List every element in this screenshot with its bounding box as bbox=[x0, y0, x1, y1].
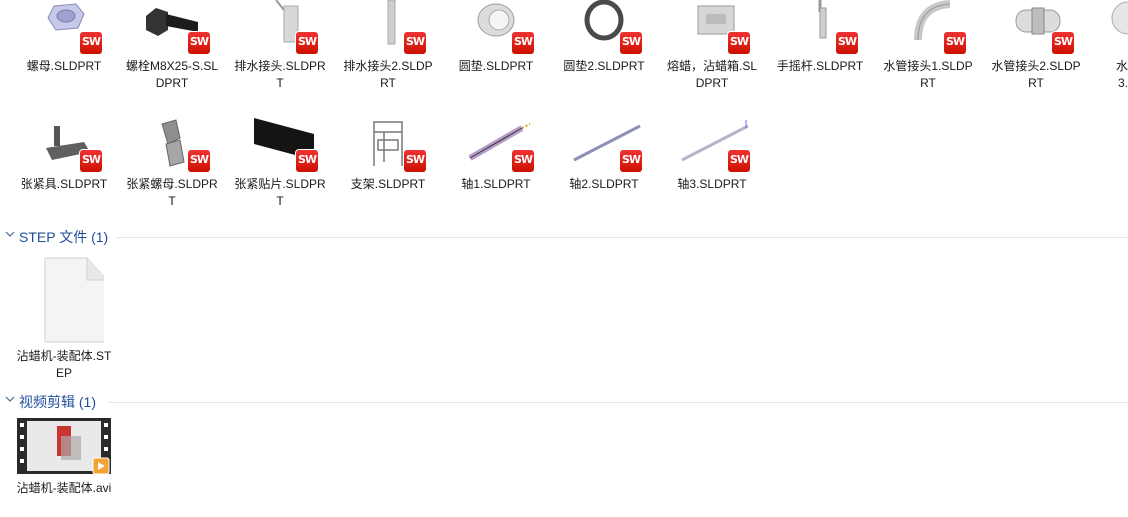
solidworks-badge-icon: SW bbox=[404, 32, 426, 54]
file-tile[interactable]: SW 熔蜡，沾蜡箱.SLDPRT bbox=[660, 0, 764, 92]
file-tile[interactable]: SW 螺母.SLDPRT bbox=[12, 0, 116, 75]
file-label: 轴2.SLDPRT bbox=[569, 177, 639, 191]
crank-icon: SW bbox=[780, 0, 860, 56]
solidworks-badge-icon: SW bbox=[728, 32, 750, 54]
file-label: 张紧贴片.SLDPRT bbox=[234, 177, 326, 208]
file-tile[interactable]: SW 排水接头2.SLDPRT bbox=[336, 0, 440, 92]
ring-icon: SW bbox=[564, 0, 644, 56]
solidworks-badge-icon: SW bbox=[296, 150, 318, 172]
shaft3-icon: SW bbox=[672, 118, 752, 174]
file-tile[interactable]: SW 水管接头1.SLDPRT bbox=[876, 0, 980, 92]
generic-file-icon bbox=[24, 256, 104, 346]
file-tile[interactable]: SW 排水接头.SLDPRT bbox=[228, 0, 332, 92]
hex-nut-icon: SW bbox=[24, 0, 104, 56]
pipe-coupling-icon: SW bbox=[996, 0, 1076, 56]
divider bbox=[116, 237, 1128, 238]
solidworks-badge-icon: SW bbox=[80, 32, 102, 54]
file-tile[interactable]: 沾蜡机-装配体.STEP bbox=[12, 256, 116, 382]
solidworks-badge-icon: SW bbox=[620, 32, 642, 54]
file-label: 沾蜡机-装配体.avi bbox=[16, 481, 112, 495]
file-label: 圆垫.SLDPRT bbox=[458, 59, 534, 73]
file-tile[interactable]: SW 手摇杆.SLDPRT bbox=[768, 0, 872, 75]
file-tile-partial[interactable]: 水 3. bbox=[1092, 0, 1128, 92]
wax-tank-icon: SW bbox=[672, 0, 752, 56]
solidworks-badge-icon: SW bbox=[188, 32, 210, 54]
shaft2-icon: SW bbox=[564, 118, 644, 174]
drain-rod-icon: SW bbox=[348, 0, 428, 56]
file-tile[interactable]: SW 轴1.SLDPRT bbox=[444, 118, 548, 193]
file-tile[interactable]: SW 圆垫.SLDPRT bbox=[444, 0, 548, 75]
file-tile[interactable]: SW 张紧螺母.SLDPRT bbox=[120, 118, 224, 210]
file-label: 张紧螺母.SLDPRT bbox=[126, 177, 218, 208]
file-tile[interactable]: SW 张紧贴片.SLDPRT bbox=[228, 118, 332, 210]
pipe-elbow-icon: SW bbox=[888, 0, 968, 56]
file-label: 手摇杆.SLDPRT bbox=[776, 59, 864, 73]
chevron-down-icon[interactable] bbox=[5, 394, 15, 404]
file-label: 螺母.SLDPRT bbox=[26, 59, 102, 73]
file-tile[interactable]: SW 轴2.SLDPRT bbox=[552, 118, 656, 193]
solidworks-badge-icon: SW bbox=[836, 32, 858, 54]
tension-nut-icon: SW bbox=[132, 118, 212, 174]
file-label: 水管接头1.SLDPRT bbox=[883, 59, 973, 90]
file-tile[interactable]: SW 张紧具.SLDPRT bbox=[12, 118, 116, 193]
video-thumbnail-icon bbox=[17, 418, 111, 476]
chevron-down-icon[interactable] bbox=[5, 229, 15, 239]
file-label: 轴3.SLDPRT bbox=[677, 177, 747, 191]
bolt-icon: SW bbox=[132, 0, 212, 56]
file-label: 水 3. bbox=[1115, 59, 1128, 90]
file-label: 排水接头.SLDPRT bbox=[234, 59, 326, 90]
solidworks-badge-icon: SW bbox=[512, 150, 534, 172]
group-header-step[interactable]: STEP 文件 (1) bbox=[0, 226, 1128, 248]
file-tile[interactable]: SW 圆垫2.SLDPRT bbox=[552, 0, 656, 75]
solidworks-badge-icon: SW bbox=[944, 32, 966, 54]
file-label: 圆垫2.SLDPRT bbox=[563, 59, 645, 73]
file-tile[interactable]: SW 螺栓M8X25-S.SLDPRT bbox=[120, 0, 224, 92]
file-tile[interactable]: SW 轴3.SLDPRT bbox=[660, 118, 764, 193]
file-tile[interactable]: SW 水管接头2.SLDPRT bbox=[984, 0, 1088, 92]
tensioner-icon: SW bbox=[24, 118, 104, 174]
file-label: 熔蜡，沾蜡箱.SLDPRT bbox=[666, 59, 757, 90]
solidworks-badge-icon: SW bbox=[80, 150, 102, 172]
tension-plate-icon: SW bbox=[240, 118, 320, 174]
file-label: 轴1.SLDPRT bbox=[461, 177, 531, 191]
group-title: STEP 文件 (1) bbox=[19, 229, 109, 245]
round-washer-icon: SW bbox=[456, 0, 536, 56]
file-label: 水管接头2.SLDPRT bbox=[991, 59, 1081, 90]
drain-fitting-icon: SW bbox=[240, 0, 320, 56]
solidworks-badge-icon: SW bbox=[1052, 32, 1074, 54]
solidworks-badge-icon: SW bbox=[404, 150, 426, 172]
file-label: 沾蜡机-装配体.STEP bbox=[16, 349, 112, 380]
solidworks-badge-icon: SW bbox=[512, 32, 534, 54]
file-label: 螺栓M8X25-S.SLDPRT bbox=[125, 59, 219, 90]
frame-icon: SW bbox=[348, 118, 428, 174]
divider bbox=[108, 402, 1128, 403]
partial-icon bbox=[1092, 0, 1128, 56]
file-tile[interactable]: SW 支架.SLDPRT bbox=[336, 118, 440, 193]
file-tile[interactable]: 沾蜡机-装配体.avi bbox=[12, 418, 116, 497]
solidworks-badge-icon: SW bbox=[296, 32, 318, 54]
group-title: 视频剪辑 (1) bbox=[19, 394, 96, 410]
file-label: 排水接头2.SLDPRT bbox=[343, 59, 433, 90]
shaft1-icon: SW bbox=[456, 118, 536, 174]
file-label: 支架.SLDPRT bbox=[350, 177, 426, 191]
solidworks-badge-icon: SW bbox=[728, 150, 750, 172]
group-header-video[interactable]: 视频剪辑 (1) bbox=[0, 391, 1128, 413]
solidworks-badge-icon: SW bbox=[620, 150, 642, 172]
file-label: 张紧具.SLDPRT bbox=[20, 177, 108, 191]
solidworks-badge-icon: SW bbox=[188, 150, 210, 172]
